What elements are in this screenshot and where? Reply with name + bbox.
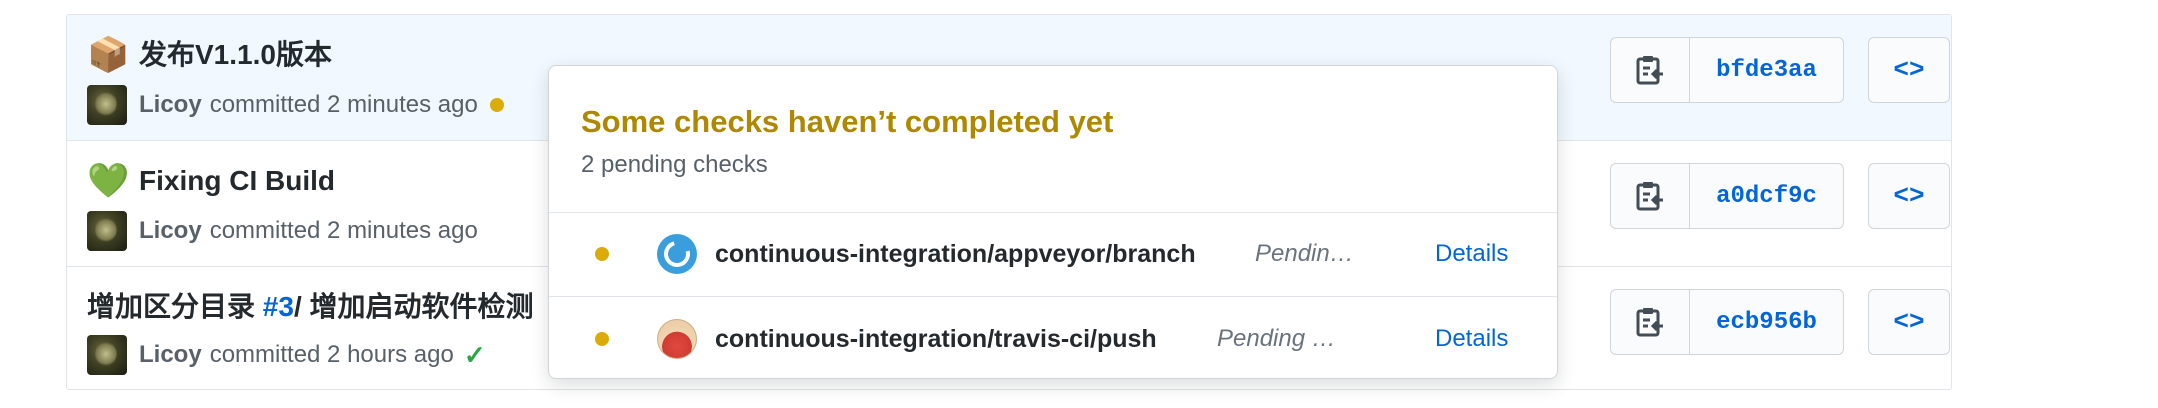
avatar[interactable] bbox=[87, 85, 127, 125]
popover-subtitle: 2 pending checks bbox=[581, 151, 768, 178]
check-name: continuous-integration/travis-ci/push bbox=[715, 325, 1157, 353]
avatar[interactable] bbox=[87, 211, 127, 251]
commit-title: 增加区分目录 #3/ 增加启动软件检测 bbox=[87, 287, 534, 327]
author-link[interactable]: Licoy bbox=[139, 217, 202, 245]
commit-meta: Licoy committed 2 minutes ago bbox=[87, 211, 478, 251]
commit-time: committed 2 minutes ago bbox=[209, 91, 478, 118]
pending-status-icon bbox=[595, 247, 609, 261]
appveyor-icon bbox=[657, 234, 697, 274]
check-status: Pendin… bbox=[1255, 240, 1354, 267]
pending-status-icon[interactable] bbox=[489, 98, 504, 112]
popover-header: Some checks haven’t completed yet 2 pend… bbox=[549, 66, 1557, 213]
details-link[interactable]: Details bbox=[1435, 319, 1508, 359]
copy-sha-button[interactable] bbox=[1610, 163, 1690, 229]
sha-button-group: bfde3aa bbox=[1610, 37, 1844, 103]
commit-sha-link[interactable]: a0dcf9c bbox=[1690, 163, 1844, 229]
commit-sha-link[interactable]: ecb956b bbox=[1690, 289, 1844, 355]
avatar[interactable] bbox=[87, 335, 127, 375]
clipboard-icon bbox=[1636, 308, 1663, 337]
commit-title-link[interactable]: Fixing CI Build bbox=[139, 161, 335, 201]
clipboard-icon bbox=[1636, 56, 1663, 85]
green-heart-emoji-icon: 💚 bbox=[87, 162, 130, 200]
commit-time: committed 2 hours ago bbox=[209, 341, 454, 368]
commit-sha-link[interactable]: bfde3aa bbox=[1690, 37, 1844, 103]
commit-time: committed 2 minutes ago bbox=[209, 217, 478, 244]
browse-files-button[interactable]: <> bbox=[1868, 163, 1950, 229]
check-status: Pending … bbox=[1217, 325, 1336, 352]
pending-status-icon bbox=[595, 332, 609, 346]
commit-meta: Licoy committed 2 minutes ago bbox=[87, 85, 504, 125]
details-link[interactable]: Details bbox=[1435, 234, 1508, 274]
sha-button-group: ecb956b bbox=[1610, 289, 1844, 355]
check-name: continuous-integration/appveyor/branch bbox=[715, 240, 1196, 268]
commit-meta: Licoy committed 2 hours ago ✓ bbox=[87, 335, 486, 375]
commit-title-link[interactable]: 发布V1.1.0版本 bbox=[139, 35, 332, 75]
commit-title-link[interactable]: 增加区分目录 bbox=[87, 291, 263, 322]
package-emoji-icon: 📦 bbox=[87, 36, 130, 74]
clipboard-icon bbox=[1636, 182, 1663, 211]
travis-ci-icon bbox=[657, 319, 697, 359]
browse-files-button[interactable]: <> bbox=[1868, 37, 1950, 103]
copy-sha-button[interactable] bbox=[1610, 289, 1690, 355]
issue-link[interactable]: #3 bbox=[263, 291, 294, 322]
copy-sha-button[interactable] bbox=[1610, 37, 1690, 103]
status-check-row: continuous-integration/appveyor/branch P… bbox=[549, 212, 1557, 297]
author-link[interactable]: Licoy bbox=[139, 341, 202, 369]
author-link[interactable]: Licoy bbox=[139, 91, 202, 119]
success-check-icon[interactable]: ✓ bbox=[464, 340, 486, 371]
status-check-row: continuous-integration/travis-ci/push Pe… bbox=[549, 297, 1557, 381]
popover-title: Some checks haven’t completed yet bbox=[581, 104, 1114, 139]
browse-files-button[interactable]: <> bbox=[1868, 289, 1950, 355]
status-checks-popover: Some checks haven’t completed yet 2 pend… bbox=[548, 65, 1558, 379]
commit-title-link-suffix[interactable]: / 增加启动软件检测 bbox=[294, 291, 534, 322]
sha-button-group: a0dcf9c bbox=[1610, 163, 1844, 229]
